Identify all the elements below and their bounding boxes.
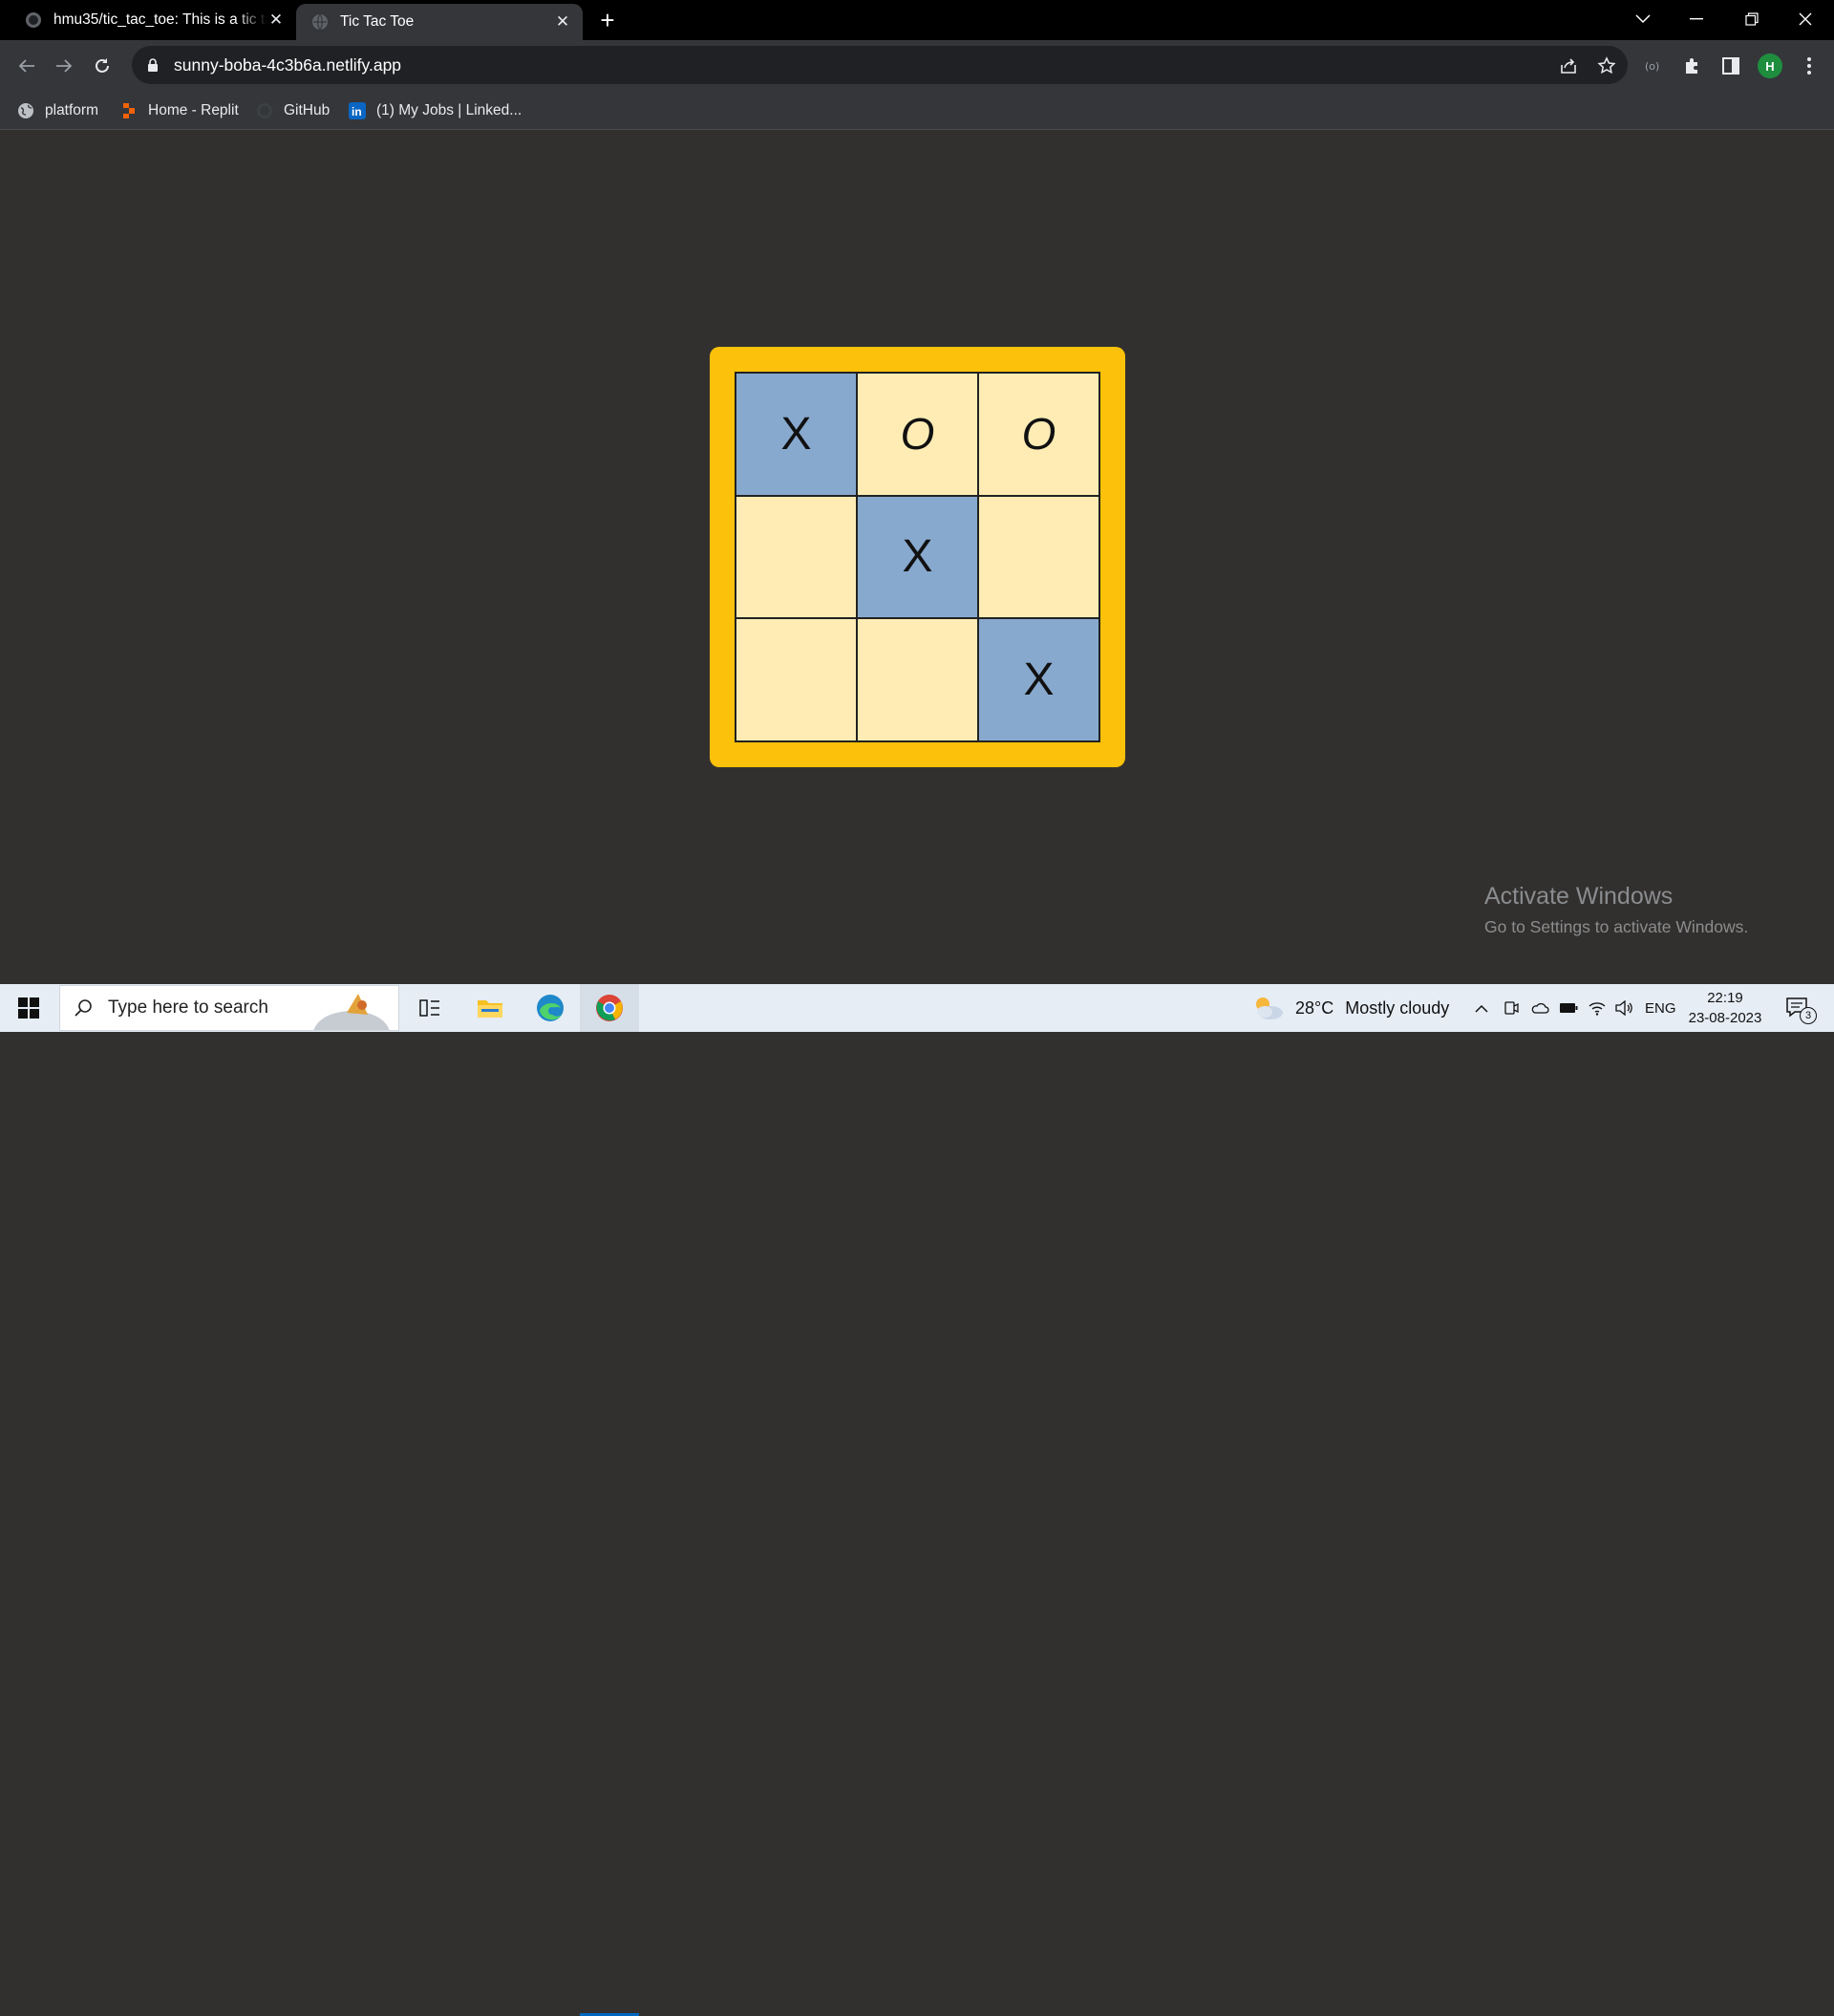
tic-tac-toe-grid: X O O X X xyxy=(735,372,1100,742)
bookmark-github[interactable]: GitHub xyxy=(256,100,330,121)
github-icon xyxy=(256,102,273,119)
file-explorer-icon[interactable] xyxy=(468,984,512,1032)
replit-icon xyxy=(120,102,138,119)
tab-search-chevron-icon[interactable] xyxy=(1616,0,1670,38)
browser-toolbar: sunny-boba-4c3b6a.netlify.app (o) H xyxy=(0,40,1834,92)
close-tab-icon[interactable]: ✕ xyxy=(267,11,285,29)
tab-tic-tac-toe[interactable]: Tic Tac Toe ✕ xyxy=(296,4,583,40)
windows-taskbar: Type here to search 28°C Mostly cloudy E… xyxy=(0,984,1834,2016)
linkedin-icon: in xyxy=(349,102,366,119)
globe-icon xyxy=(17,102,34,119)
side-panel-icon[interactable] xyxy=(1719,54,1742,77)
chevron-up-icon[interactable] xyxy=(1471,984,1492,1032)
search-highlight-icon xyxy=(309,988,395,1030)
tab-strip: hmu35/tic_tac_toe: This is a tic tac toe… xyxy=(0,0,1834,40)
onedrive-cloud-icon[interactable] xyxy=(1528,984,1551,1032)
search-placeholder: Type here to search xyxy=(108,997,268,1018)
tab-title: Tic Tac Toe xyxy=(340,13,415,30)
share-icon[interactable] xyxy=(1558,55,1579,76)
clock-time: 22:19 xyxy=(1707,990,1743,1006)
back-arrow-icon[interactable] xyxy=(12,52,41,80)
bookmark-star-icon[interactable] xyxy=(1596,55,1617,76)
lock-icon[interactable] xyxy=(145,57,160,73)
search-icon xyxy=(74,998,93,1018)
wifi-icon[interactable] xyxy=(1586,984,1609,1032)
bookmark-label: GitHub xyxy=(284,102,331,118)
forward-arrow-icon[interactable] xyxy=(50,52,78,80)
board-cell[interactable] xyxy=(736,496,856,618)
task-view-icon[interactable] xyxy=(408,984,452,1032)
reload-icon[interactable] xyxy=(88,52,117,80)
extensions-icon[interactable] xyxy=(1681,54,1704,77)
board-cell[interactable] xyxy=(736,619,856,740)
windows-start-icon[interactable] xyxy=(0,984,57,1032)
svg-text:(o): (o) xyxy=(1645,60,1659,73)
tab-github-repo[interactable]: hmu35/tic_tac_toe: This is a tic tac toe… xyxy=(0,0,296,40)
board-cell[interactable]: O xyxy=(858,374,977,495)
new-tab-button[interactable]: + xyxy=(594,6,621,34)
volume-icon[interactable] xyxy=(1612,984,1635,1032)
taskbar-search-box[interactable]: Type here to search xyxy=(59,985,399,1031)
board-cell[interactable]: X xyxy=(736,374,856,495)
github-icon xyxy=(25,11,42,29)
bookmark-label: (1) My Jobs | Linked... xyxy=(376,102,522,118)
edge-icon[interactable] xyxy=(528,984,572,1032)
battery-icon[interactable] xyxy=(1557,984,1580,1032)
restore-icon[interactable] xyxy=(1725,0,1779,38)
address-bar[interactable]: sunny-boba-4c3b6a.netlify.app xyxy=(132,46,1628,84)
svg-text:in: in xyxy=(352,105,362,118)
activate-windows-subtitle: Go to Settings to activate Windows. xyxy=(1484,917,1749,936)
url-text[interactable]: sunny-boba-4c3b6a.netlify.app xyxy=(174,55,401,75)
bookmark-linkedin[interactable]: in (1) My Jobs | Linked... xyxy=(349,100,522,121)
board-cell[interactable]: X xyxy=(979,619,1098,740)
bookmark-label: Home - Replit xyxy=(148,102,239,118)
bookmark-replit[interactable]: Home - Replit xyxy=(120,100,239,121)
meet-now-icon[interactable] xyxy=(1500,984,1523,1032)
minimize-icon[interactable] xyxy=(1670,0,1723,38)
bookmark-platform[interactable]: platform xyxy=(17,100,98,121)
chrome-taskbar-icon[interactable] xyxy=(580,984,639,1032)
board-cell[interactable]: O xyxy=(979,374,1098,495)
more-menu-icon[interactable] xyxy=(1798,54,1821,77)
notification-count-badge: 3 xyxy=(1800,1007,1817,1024)
board-cell[interactable] xyxy=(979,496,1098,618)
weather-condition: Mostly cloudy xyxy=(1345,997,1450,1018)
tab-title: hmu35/tic_tac_toe: This is a tic tac toe xyxy=(53,11,267,28)
close-window-icon[interactable] xyxy=(1779,0,1832,38)
activate-windows-title: Activate Windows xyxy=(1484,883,1674,910)
cloud-sun-icon xyxy=(1251,994,1286,1022)
globe-icon xyxy=(311,13,329,31)
language-indicator[interactable]: ENG xyxy=(1645,984,1676,1032)
bookmarks-bar: platform Home - Replit GitHub in (1) My … xyxy=(0,92,1834,130)
clock-date: 23-08-2023 xyxy=(1688,1010,1762,1026)
close-tab-icon[interactable]: ✕ xyxy=(554,12,571,31)
board-cell[interactable] xyxy=(858,619,977,740)
notifications-icon[interactable]: 3 xyxy=(1779,984,1817,1032)
profile-avatar[interactable]: H xyxy=(1758,54,1782,78)
board-cell[interactable]: X xyxy=(858,496,977,618)
weather-temperature: 28°C xyxy=(1295,997,1334,1018)
weather-widget[interactable]: 28°C Mostly cloudy xyxy=(1251,984,1449,1032)
game-board: X O O X X xyxy=(710,347,1125,767)
bookmark-label: platform xyxy=(45,102,98,118)
cast-icon[interactable]: (o) xyxy=(1643,54,1666,77)
clock[interactable]: 22:19 23-08-2023 xyxy=(1681,988,1769,1028)
